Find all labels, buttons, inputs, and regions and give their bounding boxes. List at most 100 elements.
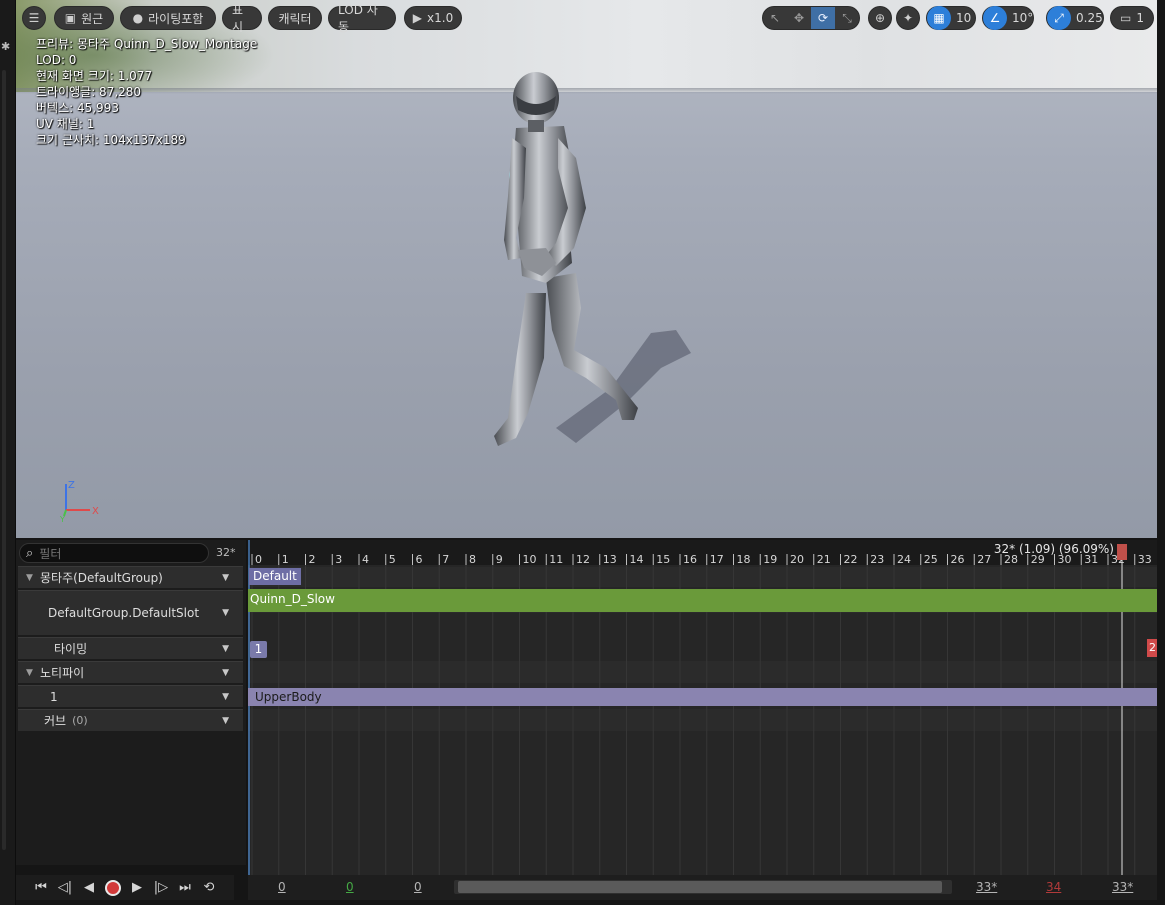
camera-icon: ▭ (1120, 11, 1132, 25)
select-end-value[interactable]: 33* (976, 880, 997, 894)
character-mannequin[interactable] (446, 68, 706, 468)
step-back-icon[interactable]: ◁| (55, 878, 75, 898)
collapse-arrow-icon[interactable]: ▼ (26, 668, 40, 678)
skip-to-end-icon[interactable]: ⏭ (175, 878, 195, 898)
play-forward-icon[interactable]: ▶ (127, 878, 147, 898)
left-scrollbar[interactable] (2, 70, 6, 850)
loop-icon[interactable]: ⟲ (199, 878, 219, 898)
chevron-down-icon[interactable]: ▼ (222, 692, 229, 702)
timeline-scrollbar-thumb[interactable] (458, 881, 942, 893)
ruler-tick-label: 27 (977, 553, 991, 566)
scale-mode-icon[interactable]: ⤡ (835, 7, 859, 29)
camera-speed-button[interactable]: ▭ 1 (1110, 6, 1154, 30)
ruler-tick-label: 8 (469, 553, 476, 566)
view-start-value[interactable]: 0 (278, 880, 286, 894)
track-curves[interactable]: 커브 (0) ▼ (18, 709, 243, 731)
ruler-tick-label: 2 (309, 553, 316, 566)
ruler-tick-label: 17 (710, 553, 724, 566)
select-mode-icon[interactable]: ↖ (763, 7, 787, 29)
skip-to-start-icon[interactable]: ⏮ (31, 878, 51, 898)
record-icon (105, 879, 121, 896)
track-default-slot[interactable]: DefaultGroup.DefaultSlot ▼ (18, 590, 243, 635)
section-default[interactable]: Default (249, 568, 301, 585)
info-screen-size-line: 현재 화면 크기: 1.077 (36, 69, 153, 83)
translate-mode-icon[interactable]: ✥ (787, 7, 811, 29)
chevron-down-icon[interactable]: ▼ (222, 668, 229, 678)
timeline-scrollbar[interactable] (454, 880, 952, 894)
info-lod-line: LOD: 0 (36, 53, 77, 67)
preview-viewport[interactable]: ☰ ▣ 원근 ● 라이팅포함 표시 캐릭터 LOD 자동 ▶ x1.0 ↖ ✥ … (16, 0, 1157, 538)
z-axis-label: Z (68, 480, 75, 491)
select-start-value[interactable]: 0 (414, 880, 422, 894)
surface-snap-button[interactable]: ✦ (896, 6, 920, 30)
track-timing[interactable]: 타이밍 ▼ (18, 637, 243, 659)
scale-snap-control[interactable]: ⤢ 0.25 (1046, 6, 1104, 30)
character-button[interactable]: 캐릭터 (268, 6, 322, 30)
chevron-down-icon[interactable]: ▼ (222, 716, 229, 726)
local-space-icon: ⊕ (874, 11, 886, 25)
grid-snap-control[interactable]: ▦ 10 (926, 6, 976, 30)
ruler-tick-label: 25 (924, 553, 938, 566)
rotation-snap-icon[interactable]: ∠ (983, 6, 1007, 30)
view-end-value[interactable]: 33* (1112, 880, 1133, 894)
show-label: 표시 (232, 3, 244, 34)
ruler-tick-label: 26 (951, 553, 965, 566)
curve-count: (0) (72, 714, 88, 727)
ruler-tick-label: 33 (1138, 553, 1152, 566)
track-notify-1[interactable]: 1 ▼ (18, 685, 243, 707)
chevron-down-icon[interactable]: ▼ (222, 573, 229, 583)
play-reverse-icon[interactable]: ◀ (79, 878, 99, 898)
animation-montage-editor: ✱ ☰ ▣ 원근 ● 라이팅포함 표시 캐릭터 LOD 자동 ▶ x1.0 ↖ … (0, 0, 1165, 905)
axis-gizmo: Z X Y (59, 480, 99, 522)
chevron-down-icon[interactable]: ▼ (222, 644, 229, 654)
right-edge-strip (1157, 0, 1165, 905)
search-placeholder: 필터 (39, 546, 62, 561)
perspective-button[interactable]: ▣ 원근 (54, 6, 114, 30)
local-space-button[interactable]: ⊕ (868, 6, 892, 30)
lighting-sphere-icon: ● (132, 11, 144, 25)
ruler-tick-label: 22 (844, 553, 858, 566)
ruler-tick-label: 12 (576, 553, 590, 566)
playhead-handle[interactable] (1117, 544, 1127, 560)
track-montage-group[interactable]: ▼ 몽타주(DefaultGroup) ▼ (18, 566, 243, 588)
scale-snap-icon[interactable]: ⤢ (1047, 6, 1071, 30)
info-preview-line: 프리뷰: 몽타주 Quinn_D_Slow_Montage (36, 37, 258, 51)
lod-button[interactable]: LOD 자동 (328, 3, 396, 34)
play-start-value[interactable]: 0 (346, 880, 354, 894)
montage-timeline[interactable]: 0 1 2 3 4 5 6 7 8 9 10 11 12 13 14 15 16 17 18 19 20 21 22 23 24… (248, 540, 1157, 875)
track-filter-search[interactable]: ⌕ 필터 (19, 543, 209, 563)
left-edge-strip: ✱ (0, 0, 16, 905)
ruler-tick-label: 19 (763, 553, 777, 566)
step-forward-icon[interactable]: |▷ (151, 878, 171, 898)
lighting-button[interactable]: ● 라이팅포함 (120, 6, 216, 30)
rotate-mode-icon[interactable]: ⟳ (811, 7, 835, 29)
viewport-info-overlay: 프리뷰: 몽타주 Quinn_D_Slow_Montage LOD: 0 현재 … (36, 36, 257, 148)
montage-segment[interactable]: Quinn_D_Slow (248, 589, 1157, 612)
notify-marker-1[interactable]: 1 (250, 641, 267, 658)
play-speed-button[interactable]: ▶ x1.0 (404, 6, 462, 30)
character-label: 캐릭터 (278, 11, 312, 26)
collapse-arrow-icon[interactable]: ▼ (26, 573, 40, 583)
rotation-snap-control[interactable]: ∠ 10° (982, 6, 1034, 30)
notify-marker-end[interactable]: 2 (1147, 639, 1157, 657)
play-end-value[interactable]: 34 (1046, 880, 1061, 894)
grid-snap-icon[interactable]: ▦ (927, 6, 951, 30)
y-axis-label: Y (59, 515, 65, 522)
notify-state-upperbody[interactable]: UpperBody (248, 688, 1157, 706)
ruler-tick-label: 23 (870, 553, 884, 566)
info-uv-channels-line: UV 채널: 1 (36, 117, 95, 131)
show-button[interactable]: 표시 (222, 3, 262, 34)
ruler-tick-label: 7 (442, 553, 449, 566)
ruler-tick-label: 20 (790, 553, 804, 566)
record-button[interactable] (103, 878, 123, 898)
current-frame-readout: 32* (1.09) (96.09%) (993, 542, 1114, 556)
transform-mode-group: ↖ ✥ ⟳ ⤡ (762, 6, 860, 30)
track-notifies[interactable]: ▼ 노티파이 ▼ (18, 661, 243, 683)
ruler-tick-label: 6 (416, 553, 423, 566)
viewport-menu-button[interactable]: ☰ (22, 6, 46, 30)
chevron-down-icon[interactable]: ▼ (222, 608, 229, 618)
ruler-tick-label: 16 (683, 553, 697, 566)
track-label: 1 (50, 689, 58, 704)
cube-icon: ▣ (64, 11, 77, 25)
gear-icon[interactable]: ✱ (1, 40, 10, 53)
